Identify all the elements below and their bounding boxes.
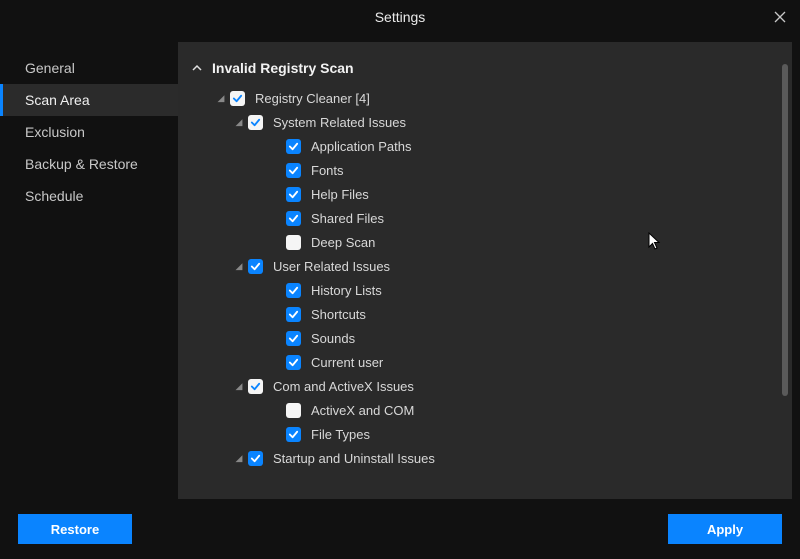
- tree-item-label[interactable]: Com and ActiveX Issues: [273, 379, 414, 394]
- checkbox[interactable]: [286, 427, 301, 442]
- tree-item-label[interactable]: File Types: [311, 427, 370, 442]
- sidebar-item-schedule[interactable]: Schedule: [0, 180, 178, 212]
- checkbox[interactable]: [230, 91, 245, 106]
- expand-toggle-icon[interactable]: ◢: [230, 381, 248, 392]
- tree-item-label[interactable]: Shared Files: [311, 211, 384, 226]
- scroll-area: Invalid Registry Scan ◢ Registry Cleaner …: [178, 42, 778, 499]
- tree-item-label[interactable]: Application Paths: [311, 139, 411, 154]
- tree-row: Help Files: [200, 182, 770, 206]
- tree-row: Shortcuts: [200, 302, 770, 326]
- tree-item-label[interactable]: Fonts: [311, 163, 344, 178]
- checkbox[interactable]: [286, 403, 301, 418]
- tree-item-label[interactable]: ActiveX and COM: [311, 403, 414, 418]
- sidebar-item-label: Scan Area: [25, 92, 90, 108]
- checkbox[interactable]: [286, 211, 301, 226]
- checkbox[interactable]: [286, 187, 301, 202]
- tree-row: ◢ User Related Issues: [200, 254, 770, 278]
- content-panel: Invalid Registry Scan ◢ Registry Cleaner …: [178, 42, 792, 499]
- section-title: Invalid Registry Scan: [212, 60, 354, 76]
- tree-row: History Lists: [200, 278, 770, 302]
- sidebar: General Scan Area Exclusion Backup & Restor…: [0, 42, 178, 499]
- tree-row: ◢ Com and ActiveX Issues: [200, 374, 770, 398]
- tree-row: File Types: [200, 422, 770, 446]
- tree-item-label[interactable]: Sounds: [311, 331, 355, 346]
- checkbox[interactable]: [286, 163, 301, 178]
- scrollbar[interactable]: [780, 46, 790, 495]
- checkbox[interactable]: [286, 307, 301, 322]
- sidebar-item-label: Backup & Restore: [25, 156, 138, 172]
- checkbox[interactable]: [248, 259, 263, 274]
- restore-button[interactable]: Restore: [18, 514, 132, 544]
- tree-row: ActiveX and COM: [200, 398, 770, 422]
- expand-toggle-icon[interactable]: ◢: [212, 93, 230, 104]
- close-button[interactable]: [760, 0, 800, 34]
- tree-row: Sounds: [200, 326, 770, 350]
- expand-toggle-icon[interactable]: ◢: [230, 261, 248, 272]
- sidebar-item-label: General: [25, 60, 75, 76]
- tree-item-label[interactable]: System Related Issues: [273, 115, 406, 130]
- sidebar-item-scan-area[interactable]: Scan Area: [0, 84, 178, 116]
- tree-item-label[interactable]: History Lists: [311, 283, 382, 298]
- tree-row: Current user: [200, 350, 770, 374]
- checkbox[interactable]: [286, 355, 301, 370]
- checkbox[interactable]: [286, 331, 301, 346]
- checkbox[interactable]: [248, 451, 263, 466]
- expand-toggle-icon[interactable]: ◢: [230, 453, 248, 464]
- sidebar-item-general[interactable]: General: [0, 52, 178, 84]
- sidebar-item-label: Exclusion: [25, 124, 85, 140]
- tree-row: Application Paths: [200, 134, 770, 158]
- tree-row: ◢ Startup and Uninstall Issues: [200, 446, 770, 470]
- checkbox[interactable]: [286, 139, 301, 154]
- tree-item-label[interactable]: Startup and Uninstall Issues: [273, 451, 435, 466]
- tree-item-label[interactable]: Shortcuts: [311, 307, 366, 322]
- tree-row: ◢ System Related Issues: [200, 110, 770, 134]
- expand-toggle-icon[interactable]: ◢: [230, 117, 248, 128]
- tree-row: Fonts: [200, 158, 770, 182]
- footer: Restore Apply: [0, 499, 800, 559]
- apply-button[interactable]: Apply: [668, 514, 782, 544]
- tree-item-label[interactable]: Current user: [311, 355, 383, 370]
- checkbox[interactable]: [248, 379, 263, 394]
- sidebar-item-exclusion[interactable]: Exclusion: [0, 116, 178, 148]
- checkbox[interactable]: [286, 283, 301, 298]
- tree-row: ◢ Registry Cleaner [4]: [200, 86, 770, 110]
- caret-up-icon: [192, 63, 202, 73]
- tree-item-label[interactable]: Help Files: [311, 187, 369, 202]
- sidebar-item-backup-restore[interactable]: Backup & Restore: [0, 148, 178, 180]
- window-title: Settings: [375, 9, 426, 25]
- title-bar: Settings: [0, 0, 800, 34]
- tree-item-label[interactable]: User Related Issues: [273, 259, 390, 274]
- checkbox[interactable]: [248, 115, 263, 130]
- scrollbar-thumb[interactable]: [782, 64, 788, 396]
- close-icon: [774, 11, 786, 23]
- tree-row: Deep Scan: [200, 230, 770, 254]
- sidebar-item-label: Schedule: [25, 188, 83, 204]
- tree-row: Shared Files: [200, 206, 770, 230]
- checkbox[interactable]: [286, 235, 301, 250]
- tree-item-label[interactable]: Registry Cleaner [4]: [255, 91, 370, 106]
- tree: ◢ Registry Cleaner [4] ◢ System Related Iss…: [200, 86, 770, 470]
- tree-item-label[interactable]: Deep Scan: [311, 235, 375, 250]
- section-invalid-registry-scan[interactable]: Invalid Registry Scan: [192, 56, 770, 86]
